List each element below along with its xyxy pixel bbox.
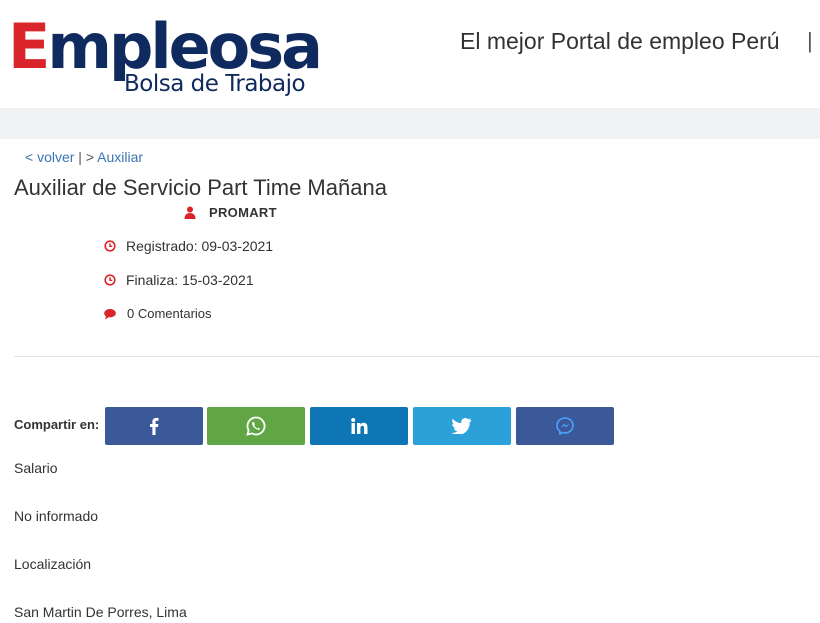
job-title: Auxiliar de Servicio Part Time Mañana — [14, 175, 387, 200]
section-divider — [14, 356, 820, 357]
site-header: Empleosa Bolsa de Trabajo El mejor Porta… — [0, 0, 820, 108]
share-facebook-button[interactable] — [105, 407, 203, 445]
logo-subtitle: Bolsa de Trabajo — [124, 71, 306, 97]
comments-count[interactable]: 0 Comentarios — [127, 306, 212, 321]
site-logo[interactable]: Empleosa Bolsa de Trabajo — [8, 14, 323, 100]
salary-label: Salario — [14, 460, 58, 476]
site-tagline: El mejor Portal de empleo Perú — [460, 28, 780, 54]
location-label: Localización — [14, 556, 92, 572]
back-link[interactable]: < volver — [25, 149, 74, 165]
user-icon — [184, 206, 196, 219]
messenger-icon — [556, 417, 574, 435]
end-date: Finaliza: 15-03-2021 — [126, 272, 254, 288]
share-linkedin-button[interactable] — [310, 407, 408, 445]
breadcrumb-separator: | > — [74, 149, 98, 165]
ends-row: Finaliza: 15-03-2021 — [104, 272, 254, 288]
share-label: Compartir en: — [14, 417, 100, 432]
company-row: PROMART — [184, 205, 277, 220]
comments-row[interactable]: 0 Comentarios — [104, 306, 212, 321]
tagline-separator: | — [807, 28, 813, 53]
registered-date: Registrado: 09-03-2021 — [126, 238, 274, 254]
category-link[interactable]: Auxiliar — [97, 149, 143, 165]
whatsapp-icon — [246, 416, 266, 436]
registered-row: Registrado: 09-03-2021 — [104, 238, 273, 254]
clock-icon — [104, 240, 116, 252]
company-name[interactable]: PROMART — [209, 205, 277, 220]
clock-icon — [104, 274, 116, 286]
linkedin-icon — [350, 418, 367, 434]
salary-value: No informado — [14, 508, 99, 524]
nav-bar — [0, 108, 820, 139]
facebook-icon — [150, 417, 159, 435]
twitter-icon — [452, 418, 472, 434]
breadcrumb: < volver | > Auxiliar — [25, 149, 143, 165]
location-value: San Martin De Porres, Lima — [14, 604, 187, 620]
share-whatsapp-button[interactable] — [207, 407, 305, 445]
comment-icon — [104, 308, 116, 319]
share-messenger-button[interactable] — [516, 407, 614, 445]
share-twitter-button[interactable] — [413, 407, 511, 445]
